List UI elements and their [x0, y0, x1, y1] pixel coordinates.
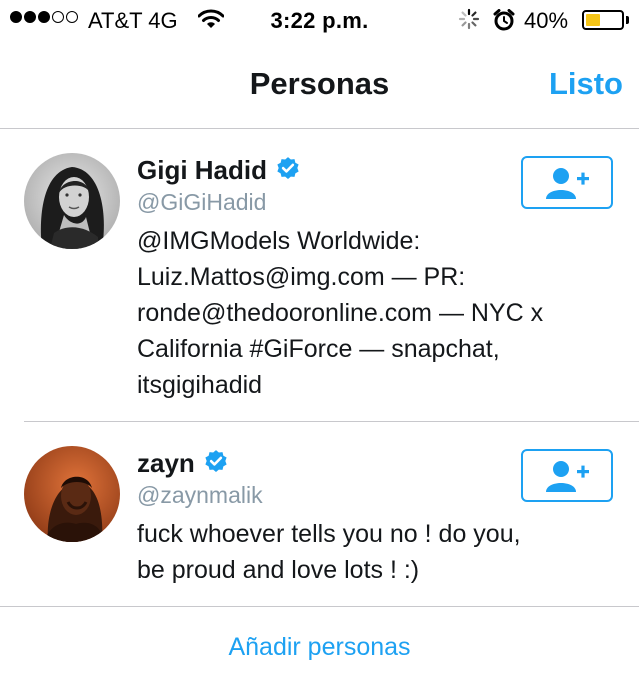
page-title: Personas — [249, 66, 390, 101]
user-bio-line: California #GiForce — snapchat, — [137, 335, 500, 363]
follow-button[interactable] — [521, 449, 613, 502]
user-bio-line: ronde@thedooronline.com — NYC x — [137, 299, 544, 327]
user-handle: @GiGiHadid — [137, 189, 267, 215]
done-button[interactable]: Listo — [549, 66, 623, 102]
user-name-text: zayn — [137, 448, 195, 478]
battery-percentage: 40% — [524, 8, 569, 33]
user-bio-line: @IMGModels Worldwide: — [137, 227, 421, 255]
user-bio-line: be proud and love lots ! :) — [137, 556, 420, 584]
avatar[interactable] — [24, 153, 120, 249]
battery-level-fill — [586, 14, 600, 26]
user-row-gigi-hadid[interactable]: Gigi Hadid @GiGiHadid @IMGModels Worldwi… — [0, 129, 639, 421]
add-user-icon — [546, 167, 589, 199]
activity-spinner-icon — [458, 8, 480, 30]
footer-divider — [0, 606, 639, 607]
user-name: Gigi Hadid — [137, 155, 301, 186]
alarm-clock-icon — [493, 9, 515, 31]
status-bar: AT&T 4G 3:22 p.m. 40% — [0, 0, 639, 40]
user-bio: @IMGModels Worldwide: Luiz.Mattos@img.co… — [137, 223, 607, 403]
add-user-icon — [546, 460, 589, 492]
user-bio-line: Luiz.Mattos@img.com — PR: — [137, 263, 466, 291]
verified-badge-icon — [205, 450, 227, 472]
avatar[interactable] — [24, 446, 120, 542]
add-people-button[interactable]: Añadir personas — [0, 633, 639, 662]
user-name-text: Gigi Hadid — [137, 155, 267, 185]
user-handle: @zaynmalik — [137, 482, 263, 508]
follow-button[interactable] — [521, 156, 613, 209]
battery-icon — [582, 10, 624, 30]
battery-cap — [626, 16, 629, 24]
user-row-zayn[interactable]: zayn @zaynmalik fuck whoever tells you n… — [0, 422, 639, 606]
user-bio-line: fuck whoever tells you no ! do you, — [137, 520, 521, 548]
verified-badge-icon — [277, 157, 299, 179]
user-bio-line: itsgigihadid — [137, 371, 263, 399]
user-name: zayn — [137, 448, 229, 479]
user-bio: fuck whoever tells you no ! do you, be p… — [137, 516, 607, 588]
